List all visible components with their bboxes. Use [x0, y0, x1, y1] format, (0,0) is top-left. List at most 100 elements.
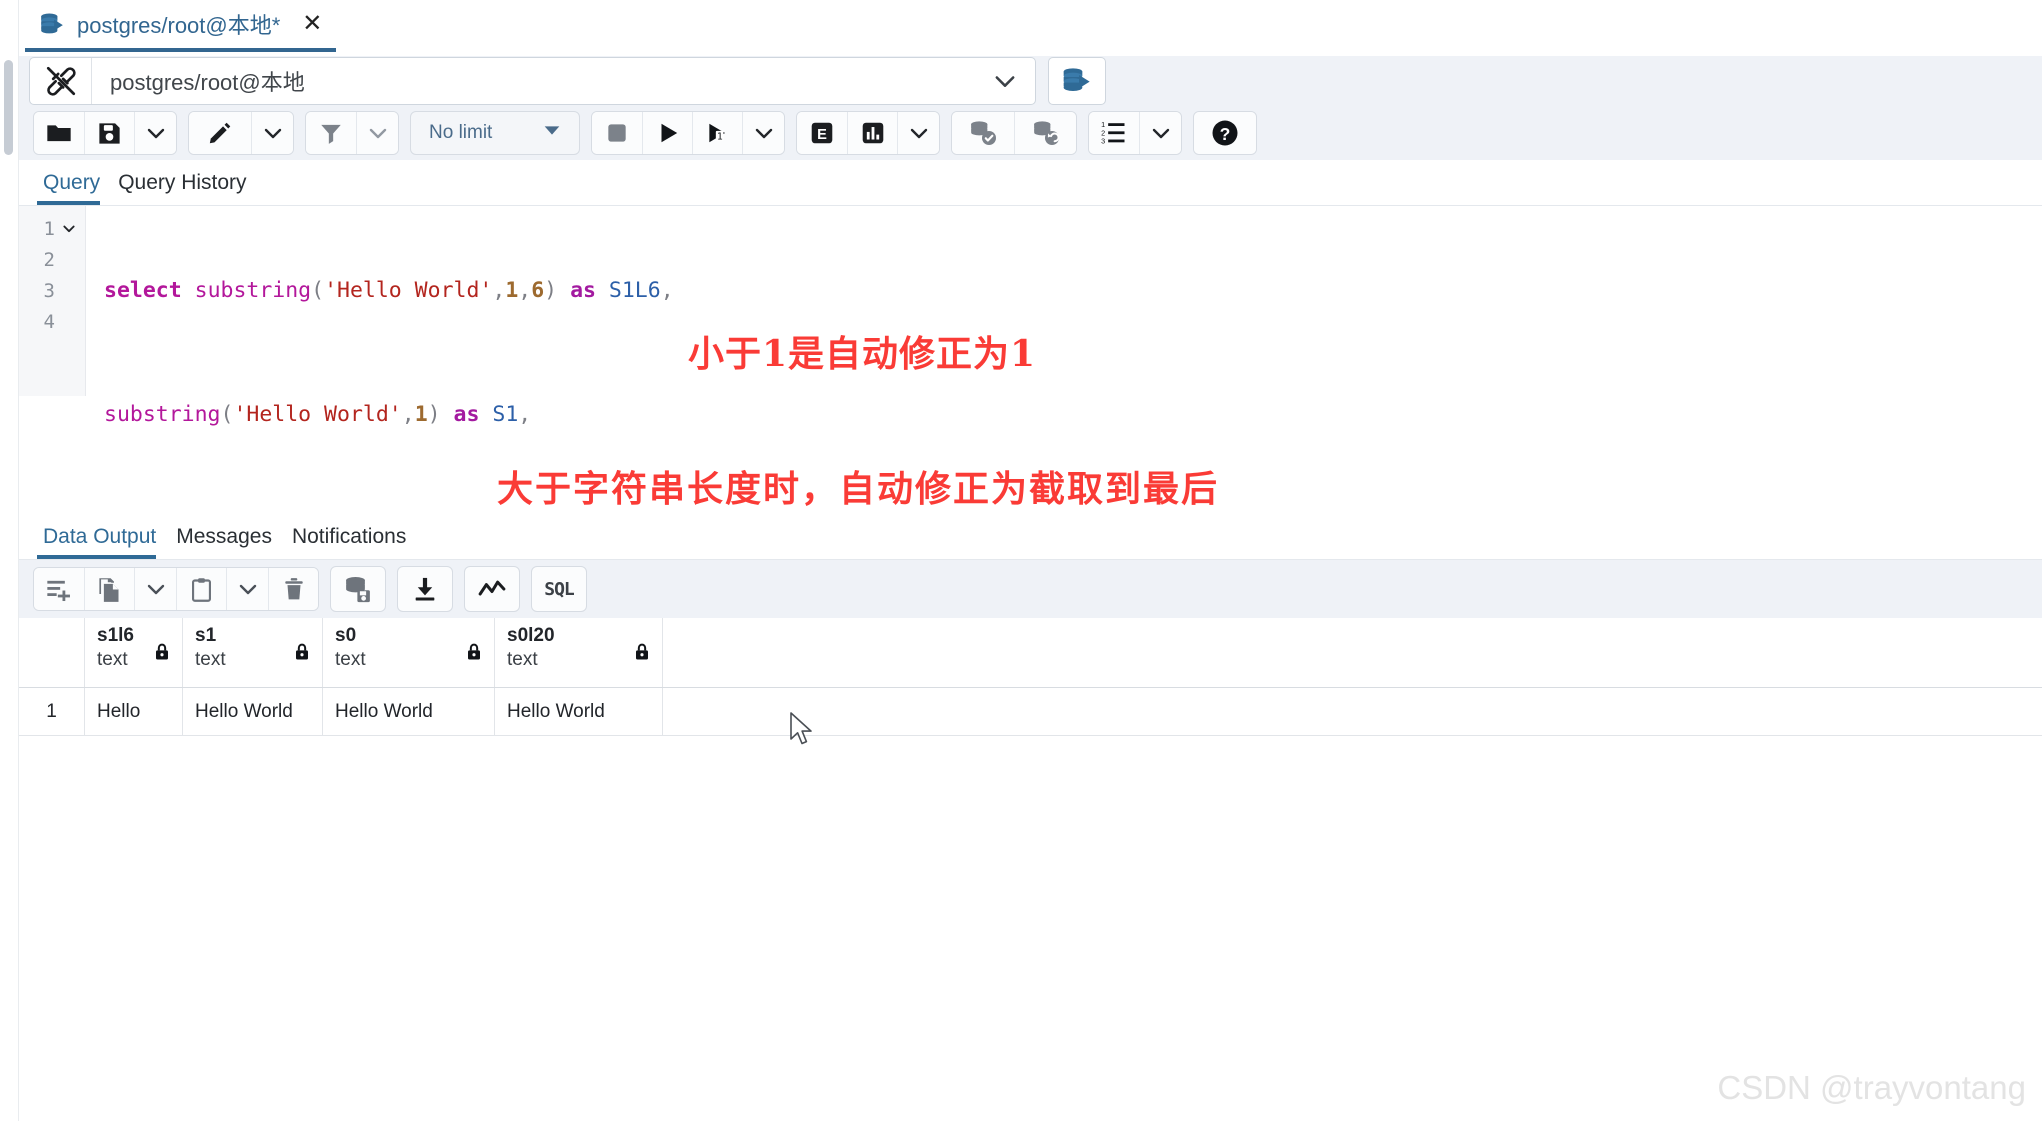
numbered-list-icon[interactable]: 1 2 3 — [1089, 112, 1139, 154]
sql-editor[interactable]: 1 2 3 4 select substring('Hello World',1… — [19, 206, 2042, 678]
result-toolbar: SQL — [19, 560, 2042, 618]
tab-query-label: Query — [43, 171, 101, 194]
database-connect-icon[interactable] — [1048, 57, 1106, 105]
token-one: 1 — [505, 278, 519, 303]
add-row-icon[interactable] — [34, 568, 84, 610]
token-one: 1 — [414, 402, 428, 427]
connection-bar: postgres/root@本地 — [19, 56, 2042, 106]
cell-s0[interactable]: Hello World — [323, 688, 495, 735]
explain-e-icon[interactable]: E — [797, 112, 847, 154]
tab-data-output[interactable]: Data Output — [37, 525, 170, 559]
rollback-database-undo-icon[interactable] — [1014, 112, 1076, 154]
lock-icon — [632, 642, 652, 665]
caret-down-icon — [541, 119, 563, 147]
transaction-group — [951, 111, 1077, 155]
token-select: select — [104, 278, 182, 303]
fold-chevron-down-icon[interactable] — [61, 220, 77, 237]
copy-icon[interactable] — [84, 568, 134, 610]
watermark: CSDN @trayvontang — [1717, 1069, 2026, 1106]
token-as: as — [453, 402, 480, 427]
query-toolbar: No limit 1 E 1 2 3 ? — [19, 106, 2042, 160]
filter-funnel-icon[interactable] — [306, 112, 356, 154]
token-paren-close: ) — [544, 278, 558, 303]
sql-code-area[interactable]: select substring('Hello World',1,6) as S… — [86, 206, 2042, 678]
file-group — [33, 111, 177, 155]
save-data-changes-icon[interactable] — [330, 566, 386, 612]
play-step-icon[interactable]: 1 — [692, 112, 742, 154]
gutter-line-1: 1 — [19, 213, 85, 244]
tab-messages[interactable]: Messages — [170, 525, 286, 559]
gutter-line-2: 2 — [19, 244, 85, 275]
connection-value: postgres/root@本地 — [110, 70, 305, 95]
disconnect-plug-icon — [30, 58, 92, 104]
chevron-down-icon[interactable] — [226, 568, 268, 610]
cell-s0l20[interactable]: Hello World — [495, 688, 663, 735]
query-tab-bar: Query Query History — [19, 160, 2042, 206]
lock-icon — [464, 642, 484, 665]
gutter-line-4: 4 — [19, 306, 85, 337]
row-limit-select[interactable]: No limit — [410, 111, 580, 155]
execute-group: 1 — [591, 111, 785, 155]
explain-analyze-chart-icon[interactable] — [847, 112, 897, 154]
column-header-s0l20[interactable]: s0l20 text — [495, 618, 663, 687]
line-number: 1 — [43, 217, 55, 240]
token-comma: , — [518, 402, 532, 427]
chevron-down-icon[interactable] — [897, 112, 939, 154]
play-triangle-icon[interactable] — [642, 112, 692, 154]
chevron-down-icon[interactable] — [134, 568, 176, 610]
vertical-scrollbar-thumb[interactable] — [4, 60, 13, 155]
tab-query-history[interactable]: Query History — [112, 171, 258, 205]
chevron-down-icon[interactable] — [975, 67, 1035, 95]
pencil-edit-icon[interactable] — [189, 112, 251, 154]
chevron-down-icon[interactable] — [1139, 112, 1181, 154]
table-row[interactable]: 1 Hello Hello World Hello World Hello Wo… — [19, 688, 2042, 736]
line-number: 3 — [43, 279, 55, 302]
token-comma: , — [660, 278, 674, 303]
column-header-s1[interactable]: s1 text — [183, 618, 323, 687]
download-csv-icon[interactable] — [397, 566, 453, 612]
token-string: 'Hello World' — [233, 402, 402, 427]
stop-square-icon[interactable] — [592, 112, 642, 154]
svg-text:1: 1 — [716, 132, 722, 143]
tab-notifications[interactable]: Notifications — [286, 525, 420, 559]
chevron-down-icon[interactable] — [356, 112, 398, 154]
svg-text:?: ? — [1220, 124, 1231, 144]
database-icon — [39, 11, 65, 37]
help-question-icon[interactable]: ? — [1194, 112, 1256, 154]
gutter-line-3: 3 — [19, 275, 85, 306]
code-line-1: select substring('Hello World',1,6) as S… — [104, 275, 2042, 306]
paste-clipboard-icon[interactable] — [176, 568, 226, 610]
chevron-down-icon[interactable] — [742, 112, 784, 154]
cell-s1l6[interactable]: Hello — [85, 688, 183, 735]
svg-text:3: 3 — [1101, 137, 1105, 146]
tab-query[interactable]: Query — [37, 171, 112, 205]
commit-database-check-icon[interactable] — [952, 112, 1014, 154]
open-file-icon[interactable] — [34, 112, 84, 154]
token-substring: substring — [194, 278, 312, 303]
token-alias: S1 — [492, 402, 519, 427]
help-group: ? — [1193, 111, 1257, 155]
column-header-s1l6[interactable]: s1l6 text — [85, 618, 183, 687]
tab-title: postgres/root@本地* — [77, 13, 281, 38]
line-number: 4 — [43, 310, 55, 333]
column-header-s0[interactable]: s0 text — [323, 618, 495, 687]
connection-select[interactable]: postgres/root@本地 — [29, 57, 1036, 105]
code-line-2: substring('Hello World',1) as S1, — [104, 399, 2042, 430]
tab-query-tool[interactable]: postgres/root@本地* ✕ — [25, 0, 337, 52]
token-substring: substring — [104, 402, 221, 427]
cell-s1[interactable]: Hello World — [183, 688, 323, 735]
tab-messages-label: Messages — [176, 525, 272, 548]
token-paren-open: ( — [311, 278, 325, 303]
lock-icon — [292, 642, 312, 665]
sql-text-icon[interactable]: SQL — [531, 566, 587, 612]
save-file-icon[interactable] — [84, 112, 134, 154]
trash-delete-icon[interactable] — [268, 568, 318, 610]
close-icon[interactable]: ✕ — [302, 12, 322, 36]
chevron-down-icon[interactable] — [251, 112, 293, 154]
result-grid: s1l6 text s1 text s0 text s0l20 text 1 H… — [19, 618, 2042, 1121]
lock-icon — [152, 642, 172, 665]
graph-visualiser-icon[interactable] — [464, 566, 520, 612]
chevron-down-icon[interactable] — [134, 112, 176, 154]
